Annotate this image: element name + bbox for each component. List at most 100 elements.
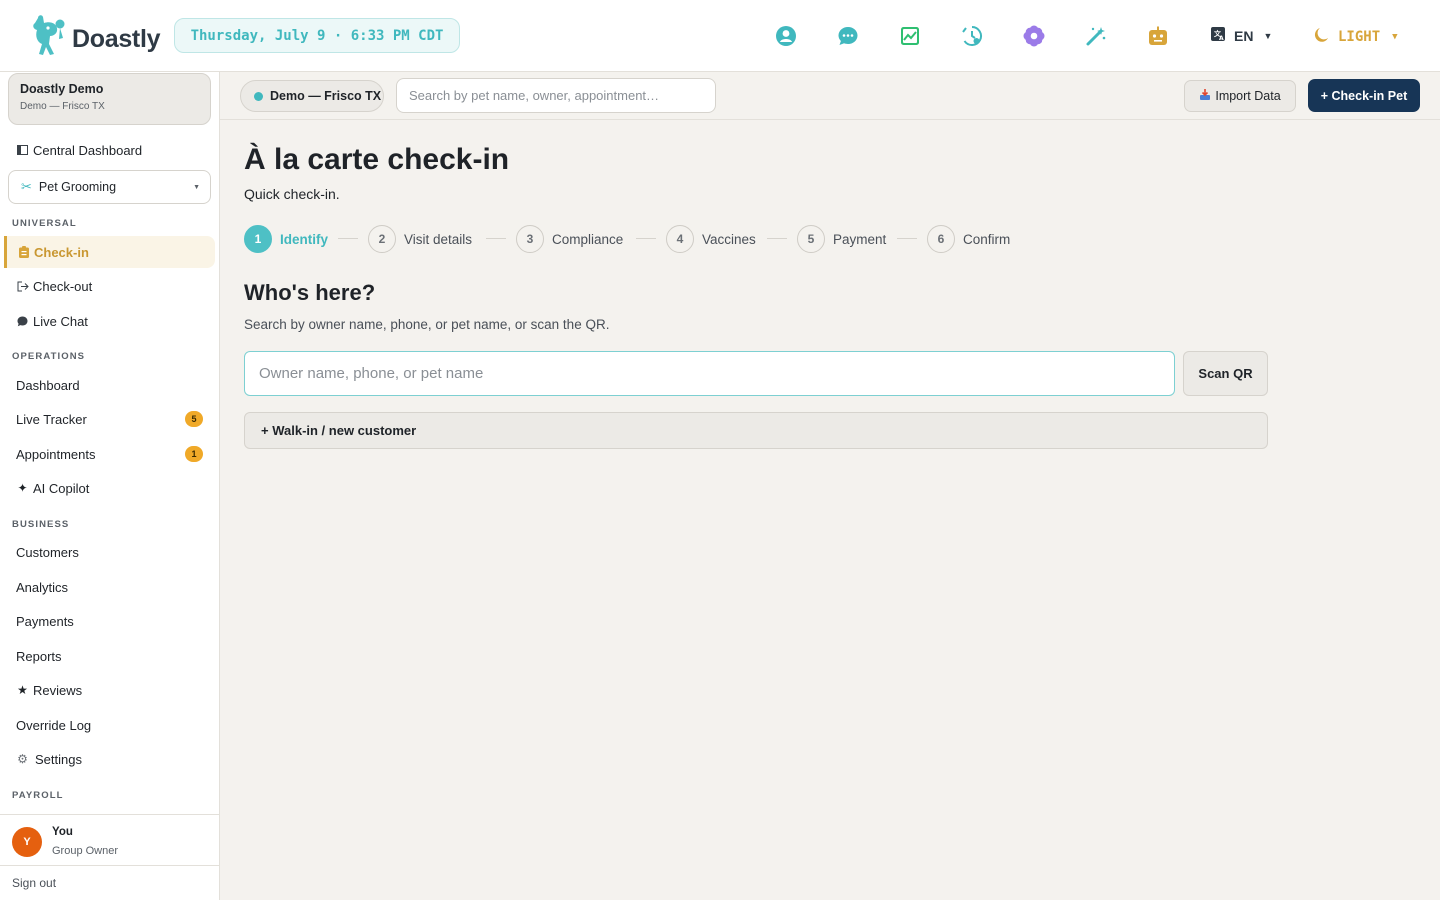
step-vaccines[interactable]: 4 Vaccines <box>666 224 756 254</box>
user-profile[interactable]: Y You Group Owner <box>0 814 219 866</box>
chat-icon[interactable] <box>835 23 861 49</box>
step-connector <box>338 238 358 239</box>
count-badge: 1 <box>185 446 203 462</box>
sparkle-icon: ✦ <box>17 481 28 495</box>
step-connector <box>636 238 656 239</box>
service-label: Pet Grooming <box>38 180 117 194</box>
robot-icon[interactable] <box>1145 23 1171 49</box>
sidebar-item-label: AI Copilot <box>33 480 90 496</box>
sidebar-item-dashboard[interactable]: Dashboard <box>0 370 219 400</box>
global-search-input[interactable] <box>396 78 716 113</box>
sidebar-item-reports[interactable]: Reports <box>0 641 219 671</box>
step-number: 5 <box>797 225 825 253</box>
theme-toggle[interactable]: LIGHT ▼ <box>1312 26 1398 48</box>
step-connector <box>767 238 787 239</box>
app-logo[interactable]: Doastly <box>30 14 161 58</box>
step-connector <box>897 238 917 239</box>
walk-in-button[interactable]: + Walk-in / new customer <box>244 412 1268 449</box>
sidebar-item-reviews[interactable]: ★ Reviews <box>0 675 219 705</box>
import-data-button[interactable]: Import Data <box>1184 80 1296 112</box>
page-title: À la carte check-in <box>244 143 510 176</box>
status-dot-icon <box>254 91 263 101</box>
check-in-pet-button[interactable]: + Check-in Pet <box>1308 79 1420 112</box>
service-selector[interactable]: ✂ Pet Grooming ▼ <box>8 170 211 204</box>
top-bar: Doastly Thursday, July 9 · 6:33 PM CDT 文… <box>0 0 1440 72</box>
avatar: Y <box>12 827 42 857</box>
import-icon <box>1199 88 1211 104</box>
sidebar-item-label: Live Tracker <box>16 411 87 427</box>
exit-icon <box>16 281 29 292</box>
sidebar-item-customers[interactable]: Customers <box>0 537 219 567</box>
sidebar-item-ai-copilot[interactable]: ✦ AI Copilot <box>0 473 219 503</box>
step-number: 3 <box>516 225 544 253</box>
sidebar: Doastly Demo Demo — Frisco TX Central Da… <box>0 72 220 900</box>
sidebar-item-check-out[interactable]: Check-out <box>0 271 219 301</box>
sidebar-item-settings[interactable]: ⚙ Settings <box>0 744 219 774</box>
sidebar-item-live-chat[interactable]: Live Chat <box>0 306 219 336</box>
svg-text:A: A <box>1219 35 1224 42</box>
sidebar-item-override-log[interactable]: Override Log <box>0 710 219 740</box>
sidebar-item-central-dashboard[interactable]: Central Dashboard <box>0 135 219 165</box>
sign-out-link[interactable]: Sign out <box>0 865 219 900</box>
scan-qr-button[interactable]: Scan QR <box>1183 351 1268 396</box>
location-selector[interactable]: Demo — Frisco TX <box>240 80 384 112</box>
sidebar-item-appointments[interactable]: Appointments 1 <box>0 439 219 469</box>
sidebar-item-label: Settings <box>35 751 82 767</box>
sidebar-item-live-tracker[interactable]: Live Tracker 5 <box>0 404 219 434</box>
theme-label: LIGHT <box>1338 29 1381 45</box>
user-circle-icon[interactable] <box>773 23 799 49</box>
step-label: Visit details <box>404 231 473 247</box>
section-universal: UNIVERSAL <box>12 218 77 229</box>
sidebar-item-label: Analytics <box>16 579 69 595</box>
import-label: Import Data <box>1215 89 1281 103</box>
sidebar-item-label: Override Log <box>16 717 92 733</box>
step-label: Payment <box>833 231 887 247</box>
clock-history-icon[interactable] <box>959 23 985 49</box>
sidebar-item-label: Appointments <box>16 446 96 462</box>
section-payroll: PAYROLL <box>12 790 64 801</box>
sidebar-item-label: Live Chat <box>33 313 88 329</box>
sidebar-item-payments[interactable]: Payments <box>0 606 219 636</box>
count-badge: 5 <box>185 411 203 427</box>
step-number: 6 <box>927 225 955 253</box>
star-icon: ★ <box>17 683 28 697</box>
sidebar-item-check-in[interactable]: Check-in <box>4 236 215 268</box>
scissors-icon: ✂ <box>21 179 32 194</box>
step-identify[interactable]: 1 Identify <box>244 224 328 254</box>
chevron-down-icon: ▼ <box>1392 32 1398 42</box>
step-number: 4 <box>666 225 694 253</box>
org-location: Demo — Frisco TX <box>20 101 105 112</box>
gear-icon: ⚙ <box>17 752 28 766</box>
language-selector[interactable]: 文A EN ▼ <box>1210 26 1272 45</box>
flower-icon[interactable] <box>1021 23 1047 49</box>
magic-wand-icon[interactable] <box>1083 23 1109 49</box>
page-subtitle: Quick check-in. <box>244 186 340 202</box>
step-label: Confirm <box>963 231 1011 247</box>
org-switcher[interactable]: Doastly Demo Demo — Frisco TX <box>8 73 211 125</box>
step-visit-details[interactable]: 2 Visit details <box>368 224 472 254</box>
org-name: Doastly Demo <box>20 82 104 96</box>
sidebar-item-label: Check-in <box>34 244 89 260</box>
sidebar-item-analytics[interactable]: Analytics <box>0 572 219 602</box>
chart-image-icon[interactable] <box>897 23 923 49</box>
date-time-display: Thursday, July 9 · 6:33 PM CDT <box>174 18 460 53</box>
user-name: You <box>52 826 73 838</box>
step-label: Identify <box>280 231 329 247</box>
step-compliance[interactable]: 3 Compliance <box>516 224 623 254</box>
chevron-down-icon: ▼ <box>1263 30 1273 41</box>
app-name: Doastly <box>72 24 161 53</box>
step-connector <box>486 238 506 239</box>
sidebar-item-label: Dashboard <box>16 377 80 393</box>
step-confirm[interactable]: 6 Confirm <box>927 224 1010 254</box>
user-role: Group Owner <box>52 845 119 857</box>
step-label: Compliance <box>552 231 624 247</box>
step-payment[interactable]: 5 Payment <box>797 224 886 254</box>
moon-icon <box>1312 26 1330 48</box>
speech-bubble-icon <box>16 316 29 327</box>
dog-logo-icon <box>30 14 68 58</box>
clipboard-icon <box>17 246 30 258</box>
sidebar-item-label: Reports <box>16 648 62 664</box>
section-operations: OPERATIONS <box>12 351 86 362</box>
owner-search-input[interactable] <box>244 351 1175 396</box>
location-label: Demo — Frisco TX <box>270 89 382 103</box>
